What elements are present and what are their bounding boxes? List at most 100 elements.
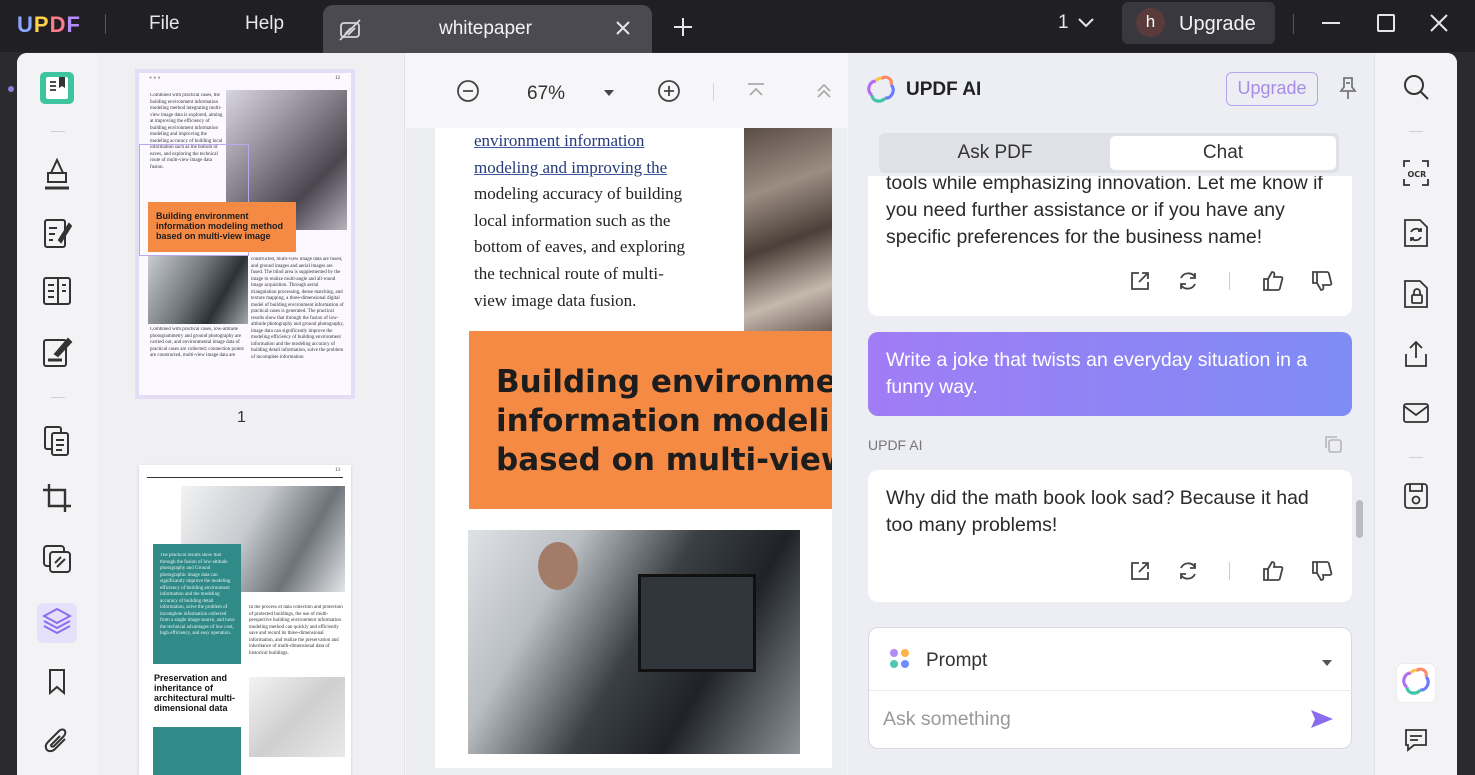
save-button[interactable] — [1397, 479, 1435, 517]
comment-tool-button[interactable] — [37, 156, 77, 196]
previous-page-icon[interactable] — [814, 81, 834, 106]
regenerate-icon[interactable] — [1177, 560, 1199, 587]
comment-icon — [1403, 727, 1429, 758]
comments-button[interactable] — [1397, 723, 1435, 761]
section-heading: Building environment — [496, 364, 832, 400]
email-button[interactable] — [1397, 396, 1435, 434]
chat-scroll-clip: tools while emphasizing innovation. Let … — [868, 176, 1352, 320]
avatar: h — [1136, 8, 1165, 37]
activity-dot — [8, 86, 14, 92]
upgrade-button[interactable]: h Upgrade — [1122, 2, 1275, 44]
prompt-dropdown-icon[interactable] — [1320, 655, 1334, 673]
zoom-level[interactable]: 67% — [527, 83, 565, 105]
prompt-composer: Prompt Ask something — [868, 627, 1353, 749]
layers-button[interactable] — [37, 603, 77, 643]
search-button[interactable] — [1397, 70, 1435, 108]
ai-assistant-panel: UPDF AI Upgrade Ask PDF Chat tools while… — [848, 53, 1374, 775]
crop-button[interactable] — [37, 480, 77, 520]
chat-scrollbar[interactable] — [1356, 500, 1363, 538]
thumbs-down-icon[interactable] — [1310, 269, 1334, 298]
prompt-dots-icon — [889, 648, 911, 675]
ai-message-line: Why did the math book look sad? Because … — [886, 487, 1309, 509]
copy-icon[interactable] — [1322, 433, 1344, 460]
menu-help[interactable]: Help — [245, 13, 284, 35]
close-window-icon[interactable] — [1428, 12, 1450, 39]
thumb-text-block: constructed, multi-view image data are f… — [251, 257, 344, 360]
updf-ai-button[interactable] — [1397, 664, 1435, 702]
fill-sign-button[interactable] — [37, 334, 77, 374]
thumb-rule — [147, 477, 343, 478]
lock-document-icon — [1402, 278, 1430, 315]
bookmark-button[interactable] — [37, 664, 77, 704]
thumb-heading: Building environment information modelin… — [156, 211, 283, 241]
share-button[interactable] — [1397, 337, 1435, 375]
updf-logo: UPDF — [17, 12, 81, 37]
first-page-icon[interactable] — [746, 81, 766, 106]
prompt-selector[interactable]: Prompt — [926, 650, 987, 672]
body-text-line: modeling accuracy of building — [474, 184, 683, 204]
edit-document-icon — [42, 216, 73, 255]
page-thumbnail-1[interactable]: ● ● ● 12 Combined with practical cases, … — [135, 69, 355, 399]
ocr-button[interactable]: OCR — [1397, 156, 1435, 194]
ai-message-line: too many problems! — [886, 514, 1058, 536]
bookmark-icon — [46, 668, 68, 701]
body-text-line: environment information — [474, 131, 645, 150]
thumb-header: ● ● ● — [149, 76, 161, 81]
organize-pages-button[interactable] — [37, 423, 77, 463]
page-thumbnail-2[interactable]: 13 The practical results show that throu… — [139, 465, 351, 775]
regenerate-icon[interactable] — [1177, 270, 1199, 297]
menu-file[interactable]: File — [149, 13, 180, 35]
chevron-down-icon[interactable] — [1076, 15, 1096, 36]
attachment-button[interactable] — [37, 723, 77, 763]
toolbar-separator — [51, 131, 65, 132]
body-text-line: bottom of eaves, and exploring — [474, 237, 686, 257]
new-tab-icon[interactable] — [672, 16, 694, 43]
ask-input[interactable]: Ask something — [883, 708, 1011, 731]
thumb-text-block: In the process of data collection and pr… — [249, 605, 343, 656]
thumbnail-page-label: 1 — [237, 409, 246, 426]
thumb-heading: Preservation and inheritance of architec… — [154, 673, 236, 713]
form-icon — [41, 275, 73, 312]
thumbs-down-icon[interactable] — [1310, 559, 1334, 588]
edit-pdf-button[interactable] — [37, 215, 77, 255]
minimize-icon[interactable] — [1320, 12, 1342, 39]
tab-title: whitepaper — [439, 18, 532, 39]
paperclip-icon — [43, 726, 71, 761]
ai-upgrade-button[interactable]: Upgrade — [1226, 72, 1318, 106]
prompt-separator — [869, 690, 1353, 691]
protect-button[interactable] — [1397, 277, 1435, 315]
thumbs-up-icon[interactable] — [1261, 269, 1285, 298]
right-toolbar: OCR — [1374, 53, 1457, 775]
send-icon[interactable] — [1309, 708, 1335, 735]
user-message-line: funny way. — [886, 376, 978, 398]
zoom-out-icon[interactable] — [456, 79, 480, 108]
ai-message-line: specific preferences for the business na… — [886, 226, 1263, 248]
title-separator — [105, 14, 106, 34]
export-icon[interactable] — [1129, 560, 1151, 587]
tools-button[interactable] — [37, 541, 77, 581]
convert-button[interactable] — [1397, 216, 1435, 254]
zoom-in-icon[interactable] — [657, 79, 681, 108]
thumbs-up-icon[interactable] — [1261, 559, 1285, 588]
tab-chat[interactable]: Chat — [1110, 136, 1336, 170]
zoom-toolbar: 67% — [406, 53, 847, 128]
share-icon — [1402, 339, 1430, 374]
title-bar: UPDF File Help whitepaper 1 h Upgrade — [0, 0, 1475, 53]
body-text-line: the technical route of multi- — [474, 264, 664, 283]
maximize-icon[interactable] — [1375, 12, 1397, 39]
zoom-dropdown-icon[interactable] — [602, 85, 616, 103]
pin-icon[interactable] — [1339, 75, 1357, 106]
ai-panel-title: UPDF AI — [906, 79, 982, 100]
document-tab[interactable]: whitepaper — [323, 5, 652, 53]
form-tool-button[interactable] — [37, 273, 77, 313]
reader-mode-button[interactable] — [37, 70, 77, 110]
toolbar-separator — [1409, 131, 1423, 132]
tab-close-icon[interactable] — [612, 17, 634, 44]
window-count[interactable]: 1 — [1058, 12, 1069, 34]
person-at-computer-photo — [468, 530, 800, 754]
tab-ask-pdf[interactable]: Ask PDF — [882, 136, 1108, 170]
tab-file-icon — [337, 17, 363, 48]
export-icon[interactable] — [1129, 270, 1151, 297]
zoom-separator — [713, 83, 714, 101]
thumb-sketch-image — [249, 677, 345, 757]
